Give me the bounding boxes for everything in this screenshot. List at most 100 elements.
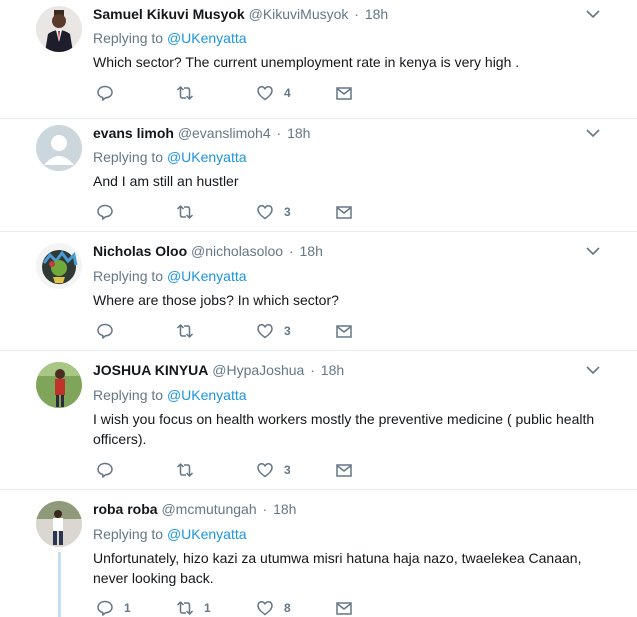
retweet-count: 1 (204, 601, 211, 615)
replying-to: Replying to @UKenyatta (93, 148, 247, 166)
replying-to: Replying to @UKenyatta (93, 29, 247, 47)
avatar[interactable] (36, 243, 82, 289)
tweet-text: I wish you focus on health workers mostl… (93, 411, 595, 447)
retweet-button[interactable] (176, 84, 204, 102)
timestamp[interactable]: 18h (287, 125, 310, 141)
tweet-text: Where are those jobs? In which sector? (93, 292, 339, 308)
mention-link[interactable]: @UKenyatta (167, 149, 247, 165)
replying-to: Replying to @UKenyatta (93, 386, 247, 404)
reply-icon (97, 462, 113, 478)
retweet-icon (176, 324, 194, 338)
replying-to-label: Replying to (93, 30, 164, 46)
like-button[interactable]: 4 (256, 84, 291, 102)
avatar[interactable] (36, 6, 82, 52)
reply-button[interactable] (96, 461, 124, 479)
retweet-icon (176, 463, 194, 477)
separator-dot: · (310, 362, 315, 378)
display-name[interactable]: roba roba (93, 501, 158, 517)
envelope-icon (336, 602, 352, 615)
avatar[interactable] (36, 362, 82, 408)
reply-button[interactable] (96, 322, 124, 340)
replying-to-label: Replying to (93, 149, 164, 165)
mention-link[interactable]: @UKenyatta (167, 30, 247, 46)
envelope-icon (336, 464, 352, 477)
like-count: 3 (284, 205, 291, 219)
chevron-down-icon[interactable] (585, 245, 601, 257)
tweet-header: Nicholas Oloo @nicholasoloo · 18h (93, 242, 323, 260)
replying-to-label: Replying to (93, 268, 164, 284)
username[interactable]: @nicholasoloo (191, 243, 283, 259)
reply-icon (97, 204, 113, 220)
display-name[interactable]: evans limoh (93, 125, 174, 141)
replying-to-label: Replying to (93, 387, 164, 403)
heart-icon (257, 86, 273, 101)
tweet[interactable]: roba roba @mcmutungah · 18h Replying to … (0, 490, 637, 617)
retweet-button[interactable] (176, 322, 204, 340)
tweet[interactable]: Samuel Kikuvi Musyok @KikuviMusyok · 18h… (0, 0, 637, 119)
like-button[interactable]: 8 (256, 599, 291, 617)
tweet-header: Samuel Kikuvi Musyok @KikuviMusyok · 18h (93, 5, 388, 23)
username[interactable]: @mcmutungah (161, 501, 256, 517)
tweet-text: Unfortunately, hizo kazi za utumwa misri… (93, 550, 582, 586)
display-name[interactable]: JOSHUA KINYUA (93, 362, 208, 378)
chevron-down-icon[interactable] (585, 127, 601, 139)
retweet-icon (176, 86, 194, 100)
replying-to-label: Replying to (93, 526, 164, 542)
timestamp[interactable]: 18h (273, 501, 296, 517)
chevron-down-icon[interactable] (585, 8, 601, 20)
tweet[interactable]: evans limoh @evanslimoh4 · 18h Replying … (0, 119, 637, 232)
like-count: 4 (284, 86, 291, 100)
separator-dot: · (262, 501, 268, 517)
replying-to: Replying to @UKenyatta (93, 267, 247, 285)
tweet-text: And I am still an hustler (93, 173, 239, 189)
heart-icon (257, 205, 273, 220)
replying-to: Replying to @UKenyatta (93, 525, 247, 543)
direct-message-button[interactable] (335, 461, 353, 479)
envelope-icon (336, 87, 352, 100)
mention-link[interactable]: @UKenyatta (167, 526, 247, 542)
chevron-down-icon[interactable] (585, 364, 601, 376)
avatar[interactable] (36, 125, 82, 171)
timestamp[interactable]: 18h (365, 6, 388, 22)
reply-button[interactable] (96, 203, 124, 221)
reply-icon (97, 85, 113, 101)
separator-dot: · (354, 6, 359, 22)
retweet-button[interactable] (176, 461, 204, 479)
like-count: 3 (284, 324, 291, 338)
reply-button[interactable] (96, 84, 124, 102)
retweet-button[interactable]: 1 (176, 599, 211, 617)
retweet-icon (176, 601, 194, 615)
tweet-header: JOSHUA KINYUA @HypaJoshua · 18h (93, 361, 344, 379)
separator-dot: · (276, 125, 282, 141)
display-name[interactable]: Samuel Kikuvi Musyok (93, 6, 245, 22)
tweet-header: evans limoh @evanslimoh4 · 18h (93, 124, 310, 142)
display-name[interactable]: Nicholas Oloo (93, 243, 187, 259)
mention-link[interactable]: @UKenyatta (167, 387, 247, 403)
like-count: 8 (284, 601, 291, 615)
direct-message-button[interactable] (335, 84, 353, 102)
tweet-text: Which sector? The current unemployment r… (93, 54, 520, 70)
reply-icon (97, 323, 113, 339)
like-button[interactable]: 3 (256, 322, 291, 340)
username[interactable]: @HypaJoshua (212, 362, 304, 378)
heart-icon (257, 324, 273, 339)
timestamp[interactable]: 18h (321, 362, 344, 378)
username[interactable]: @KikuviMusyok (249, 6, 349, 22)
reply-button[interactable]: 1 (96, 599, 131, 617)
direct-message-button[interactable] (335, 322, 353, 340)
mention-link[interactable]: @UKenyatta (167, 268, 247, 284)
reply-icon (97, 600, 113, 616)
like-button[interactable]: 3 (256, 461, 291, 479)
like-button[interactable]: 3 (256, 203, 291, 221)
direct-message-button[interactable] (335, 203, 353, 221)
direct-message-button[interactable] (335, 599, 353, 617)
tweet[interactable]: Nicholas Oloo @nicholasoloo · 18h Replyi… (0, 232, 637, 351)
thread-connector-line (58, 552, 61, 617)
envelope-icon (336, 325, 352, 338)
retweet-button[interactable] (176, 203, 204, 221)
username[interactable]: @evanslimoh4 (178, 125, 271, 141)
tweet[interactable]: JOSHUA KINYUA @HypaJoshua · 18h Replying… (0, 351, 637, 490)
like-count: 3 (284, 463, 291, 477)
avatar[interactable] (36, 501, 82, 547)
timestamp[interactable]: 18h (300, 243, 323, 259)
